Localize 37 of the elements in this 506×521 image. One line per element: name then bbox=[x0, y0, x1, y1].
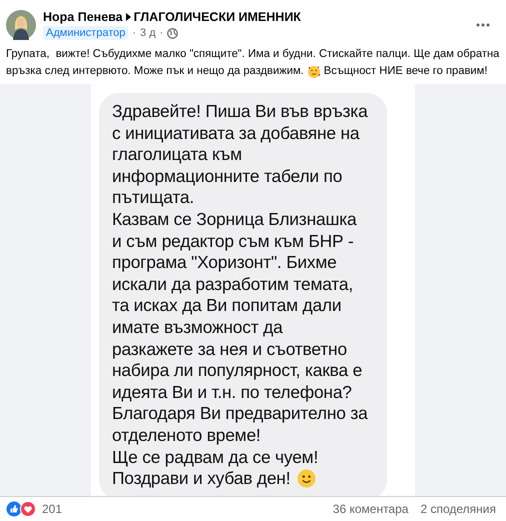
message-line: пътищата. bbox=[112, 187, 196, 209]
admin-badge: Администратор bbox=[43, 26, 128, 40]
message-line: набира ли популярност, каква е bbox=[112, 360, 364, 382]
message-line: с инициативата за добавяне на bbox=[112, 122, 360, 144]
message-line: искали да разработим темата, bbox=[112, 274, 354, 296]
message-line: Здравейте! Пиша Ви във връзка bbox=[112, 101, 369, 123]
smiling-face-with-hearts-icon bbox=[306, 64, 321, 78]
message-line: и съм редактор съм към БНР - bbox=[112, 230, 355, 252]
avatar[interactable] bbox=[6, 10, 36, 40]
reaction-count[interactable]: 201 bbox=[42, 502, 62, 516]
message-line: програма "Хоризонт". Бихме bbox=[112, 252, 338, 274]
message-line: та исках да Ви попитам дали bbox=[112, 295, 342, 317]
post-time[interactable]: 3 д bbox=[140, 27, 156, 39]
shares-link[interactable]: 2 споделяния bbox=[420, 502, 496, 516]
comments-link[interactable]: 36 коментара bbox=[332, 502, 408, 516]
message-line: разкажете за нея и съответно bbox=[112, 338, 348, 360]
message-line: отделеното време! bbox=[112, 424, 262, 446]
post-text: Групата, вижте! Събудихме малко "спящите". Има и будни. Стискайте палци. Ще дам обратна bbox=[6, 47, 500, 62]
message-line: Благодаря Ви предварително за bbox=[112, 403, 369, 425]
message-line: идеята Ви и т.н. по телефона? bbox=[112, 382, 353, 404]
post-text: Всъщност НИЕ вече го правим! bbox=[324, 64, 488, 79]
message-line: информационните табели по bbox=[112, 166, 344, 188]
message-line: имате възможност да bbox=[112, 316, 284, 339]
caret-icon bbox=[126, 13, 131, 21]
more-icon bbox=[476, 23, 490, 27]
message-line: глаголицата към bbox=[112, 144, 243, 166]
smiling-face-icon bbox=[297, 469, 316, 488]
message-line: Казвам се Зорница Близнашка bbox=[112, 208, 358, 231]
message-line: Поздрави и хубав ден! bbox=[112, 468, 290, 490]
separator: · bbox=[132, 27, 136, 39]
post-text: връзка след интервюто. Може пък и нещо да раздвижим. bbox=[6, 64, 304, 79]
author-name[interactable]: Нора Пенева bbox=[43, 10, 123, 24]
globe-icon bbox=[167, 28, 178, 38]
reactions-icon[interactable] bbox=[6, 501, 38, 517]
message-line: Ще се радвам да се чуем! bbox=[112, 446, 320, 468]
group-name[interactable]: ГЛАГОЛИЧЕСКИ ИМЕННИК bbox=[134, 10, 301, 24]
separator: · bbox=[160, 27, 164, 39]
